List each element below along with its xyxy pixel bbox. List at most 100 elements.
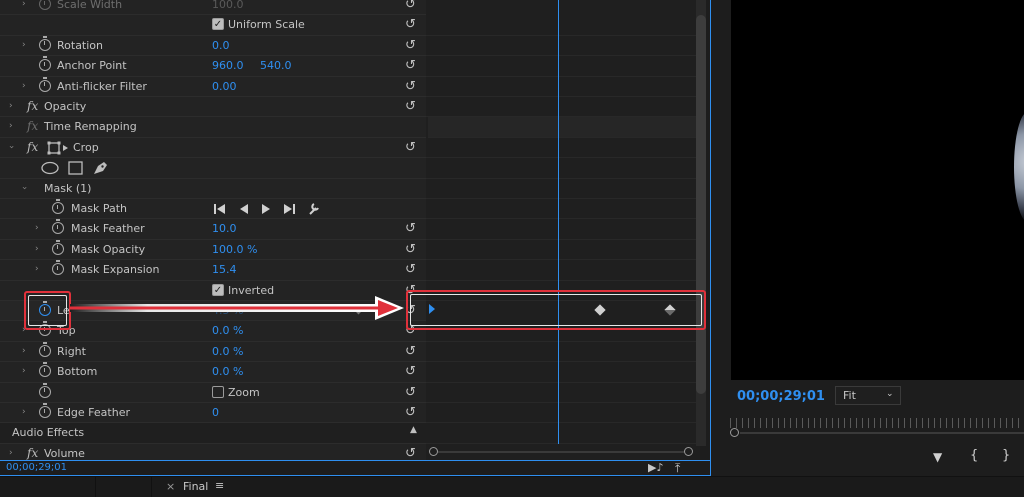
mark-out-icon[interactable]: } (1002, 448, 1010, 463)
stopwatch-icon[interactable] (39, 362, 51, 378)
property-value[interactable]: 100.0 % (212, 243, 257, 256)
track-backward-frame-icon[interactable] (214, 201, 227, 217)
row-bottom: › Bottom 0.0 % ↺ (0, 362, 426, 383)
track-backward-icon[interactable] (239, 201, 251, 217)
property-value[interactable]: 10.0 (212, 222, 237, 235)
stopwatch-icon[interactable] (39, 76, 51, 92)
zoom-handle-right[interactable] (684, 447, 693, 456)
keyframe-timeline[interactable] (426, 0, 700, 444)
reset-icon[interactable]: ↺ (405, 385, 416, 400)
row-mask-opacity: › Mask Opacity 100.0 % ↺ (0, 239, 426, 261)
close-tab-icon[interactable]: × (166, 480, 175, 493)
current-timecode[interactable]: 00;00;29;01 (6, 462, 67, 473)
collapse-section-icon[interactable]: ▲ (410, 425, 417, 435)
reset-icon[interactable]: ↺ (405, 344, 416, 359)
reset-icon[interactable]: ↺ (405, 38, 416, 53)
reset-icon[interactable]: ↺ (405, 221, 416, 236)
property-value[interactable]: 0.0 % (212, 345, 243, 358)
reset-icon[interactable]: ↺ (405, 17, 416, 32)
reset-icon[interactable]: ↺ (405, 242, 416, 257)
zoom-checkbox[interactable] (212, 385, 224, 398)
expand-chevron-icon[interactable]: › (22, 366, 26, 376)
property-value-y[interactable]: 540.0 (260, 59, 292, 72)
expand-chevron-icon[interactable]: › (22, 407, 26, 417)
play-audio-icon[interactable]: ▶♪ (648, 461, 663, 474)
stopwatch-icon[interactable] (52, 260, 64, 276)
expand-chevron-icon[interactable]: › (9, 101, 13, 111)
property-value-x[interactable]: 960.0 (212, 59, 244, 72)
stopwatch-icon[interactable] (39, 0, 51, 10)
reset-icon[interactable]: ↺ (405, 405, 416, 420)
reset-icon[interactable]: ↺ (405, 58, 416, 73)
stopwatch-icon[interactable] (39, 56, 51, 72)
reset-icon[interactable]: ↺ (405, 79, 416, 94)
expand-chevron-icon[interactable]: › (9, 121, 13, 131)
property-value[interactable]: 0.0 % (212, 324, 243, 337)
reset-icon[interactable]: ↺ (405, 99, 416, 114)
vertical-scrollbar[interactable] (696, 0, 706, 446)
timeline-zoom-scrollbar[interactable] (426, 444, 700, 460)
uniform-scale-checkbox[interactable]: ✓ (212, 18, 224, 31)
menu-icon[interactable]: ≡ (215, 479, 224, 492)
reset-icon[interactable]: ↺ (405, 446, 416, 460)
reset-icon[interactable]: ↺ (405, 0, 416, 12)
inverted-checkbox[interactable]: ✓ (212, 283, 224, 296)
export-frame-icon[interactable]: ⤒ (675, 461, 680, 476)
property-value[interactable]: 0.00 (212, 80, 237, 93)
stopwatch-icon[interactable] (52, 199, 64, 214)
free-draw-bezier-icon[interactable] (47, 141, 69, 155)
fx-icon[interactable]: fx (27, 446, 38, 460)
zoom-handle-left[interactable] (429, 447, 438, 456)
playhead[interactable] (558, 0, 559, 444)
stopwatch-icon[interactable] (39, 403, 51, 418)
expand-chevron-icon[interactable]: › (22, 81, 26, 91)
property-value[interactable]: 0.0 % (212, 365, 243, 378)
expand-chevron-icon[interactable]: › (9, 448, 13, 458)
sequence-tab[interactable]: Final (183, 480, 208, 493)
program-timecode[interactable]: 00;00;29;01 (737, 389, 825, 404)
track-forward-icon[interactable] (261, 201, 273, 217)
collapse-chevron-icon[interactable]: › (19, 186, 29, 190)
fit-dropdown[interactable]: Fit ⌄ (835, 386, 901, 405)
reset-icon[interactable]: ↺ (405, 364, 416, 379)
stopwatch-icon[interactable] (39, 35, 51, 51)
effect-controls-panel: › Scale Width 100.0 ↺ ✓ Uniform Scale ↺ … (0, 0, 426, 460)
stopwatch-icon[interactable] (39, 382, 51, 398)
reset-icon[interactable]: ↺ (405, 262, 416, 277)
pen-mask-icon[interactable] (93, 160, 109, 176)
property-value[interactable]: 100.0 (212, 0, 244, 11)
track-forward-frame-icon[interactable] (284, 201, 297, 217)
fx-icon[interactable]: fx (27, 140, 38, 154)
ellipse-mask-icon[interactable] (40, 160, 60, 176)
expand-chevron-icon[interactable]: › (22, 40, 26, 50)
time-ruler[interactable] (730, 418, 1024, 428)
fx-icon[interactable]: fx (27, 99, 38, 113)
zoom-track (740, 432, 1024, 434)
property-value[interactable]: 15.4 (212, 263, 237, 276)
video-preview[interactable] (731, 0, 1024, 380)
property-value[interactable]: 0 (212, 406, 219, 419)
stopwatch-icon[interactable] (52, 219, 64, 235)
expand-chevron-icon[interactable]: › (35, 223, 39, 233)
zoom-handle[interactable] (730, 428, 739, 437)
stopwatch-icon[interactable] (39, 341, 51, 357)
mark-in-icon[interactable]: { (970, 448, 978, 463)
scroll-thumb[interactable] (696, 15, 706, 394)
fit-label: Fit (843, 389, 856, 402)
wrench-icon[interactable] (309, 201, 321, 217)
reset-icon[interactable]: ↺ (405, 140, 416, 155)
checkbox-label: Uniform Scale (228, 18, 305, 32)
expand-chevron-icon[interactable]: › (35, 264, 39, 274)
expand-chevron-icon[interactable]: › (35, 244, 39, 254)
stopwatch-icon[interactable] (52, 239, 64, 255)
expand-chevron-icon[interactable]: › (22, 346, 26, 356)
row-zoom: Zoom ↺ (0, 382, 426, 403)
collapse-chevron-icon[interactable]: › (6, 145, 16, 149)
expand-chevron-icon[interactable]: › (22, 0, 26, 9)
property-value[interactable]: 0.0 (212, 39, 230, 52)
rectangle-mask-icon[interactable] (67, 160, 84, 176)
add-marker-icon[interactable]: ▼ (933, 450, 942, 464)
timeline-row (426, 260, 700, 281)
timeline-row (426, 423, 700, 444)
effect-controls-status-bar: 00;00;29;01 ▶♪ ⤒ (0, 460, 710, 475)
